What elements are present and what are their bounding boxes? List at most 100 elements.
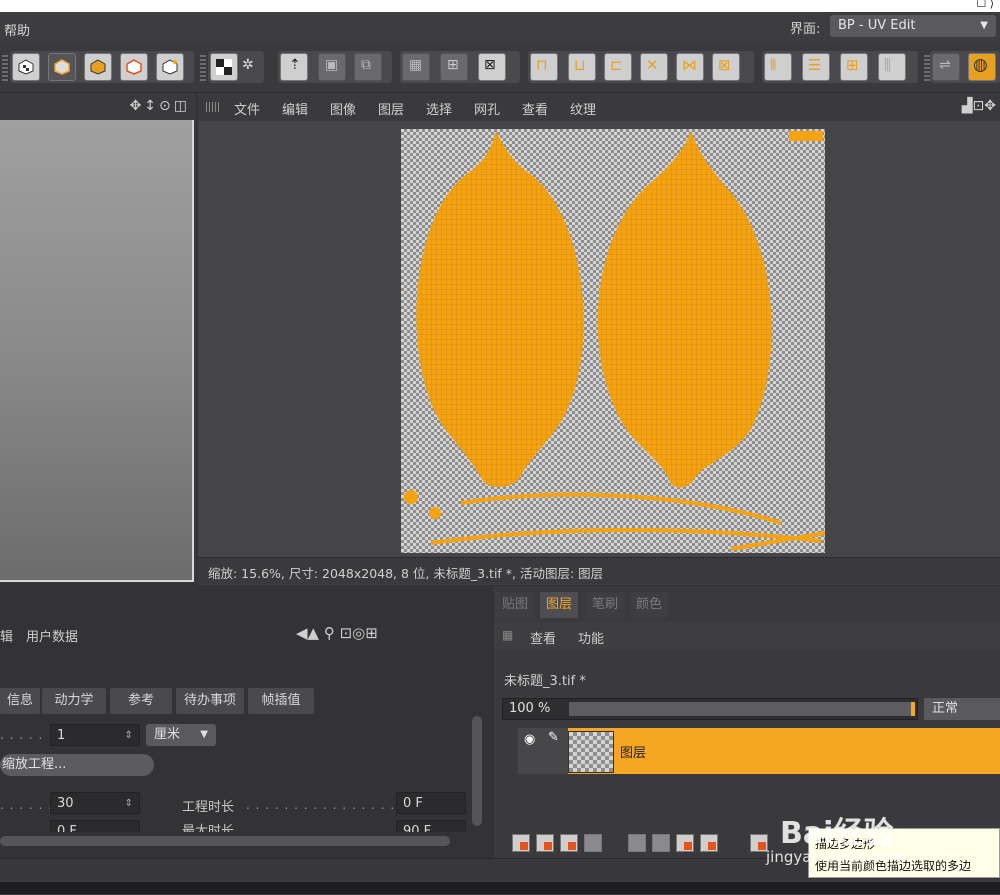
align-bottom-button[interactable]: ⊔	[568, 53, 596, 81]
align-top-button[interactable]: ⊓	[530, 53, 558, 81]
toolbar-grip[interactable]	[2, 53, 8, 81]
leader-dots: . . . . .	[0, 728, 44, 742]
opacity-slider[interactable]: 100 %	[502, 698, 918, 720]
checker-texture-button[interactable]	[210, 53, 238, 81]
texture-status-bar: 缩放: 15.6%, 尺寸: 2048x2048, 8 位, 未标题_3.tif…	[198, 557, 1000, 584]
viewport-nav-icons[interactable]: ✥↕⊙◫	[130, 98, 190, 114]
tex-menu-mesh[interactable]: 网孔	[474, 99, 500, 118]
opacity-bar[interactable]	[569, 702, 915, 716]
partial-row: 0 F 最大时长 90 F	[0, 820, 466, 832]
object-mode-button[interactable]	[156, 53, 184, 81]
uv-frame-button[interactable]: ▣	[318, 53, 346, 81]
align-vertical-button[interactable]: ⊏	[604, 53, 632, 81]
unit-select[interactable]: 厘米 ▼	[146, 724, 216, 746]
tex-menu-image[interactable]: 图像	[330, 99, 356, 118]
project-time-value: 0 F	[403, 796, 423, 811]
center-v-button[interactable]: ⫼	[878, 53, 906, 81]
checker-icon	[216, 59, 232, 75]
distribute-v-button[interactable]: ☰	[802, 53, 830, 81]
tex-menu-select[interactable]: 选择	[426, 99, 452, 118]
toolbar-grip[interactable]	[200, 53, 206, 81]
center-h-button[interactable]: ⊞	[840, 53, 868, 81]
grid-button[interactable]: ⊞	[440, 53, 468, 81]
eye-icon[interactable]: ◉	[524, 732, 535, 747]
sphere-projection-button[interactable]: ◍	[968, 53, 996, 81]
polygons-mode-button[interactable]	[120, 53, 148, 81]
tex-menu-edit[interactable]: 编辑	[282, 99, 308, 118]
stepper-icon[interactable]: ⇕	[125, 725, 133, 747]
merge-down-button[interactable]	[628, 834, 646, 852]
3d-viewport[interactable]	[0, 120, 194, 582]
attr-nav-icons[interactable]: ◀▲ ⚲ ⊡◎⊞	[296, 624, 378, 642]
max-time-field[interactable]: 90 F	[396, 820, 466, 832]
edges-mode-button[interactable]	[84, 53, 112, 81]
uv-link-button[interactable]: ⧉	[354, 53, 382, 81]
copy-layer-button[interactable]	[560, 834, 578, 852]
points-mode-button[interactable]	[48, 53, 76, 81]
shrink-button[interactable]: ⋈	[676, 53, 704, 81]
distribute-h-button[interactable]: ⫴	[764, 53, 792, 81]
tex-menu-file[interactable]: 文件	[234, 99, 260, 118]
menu-help[interactable]: 帮助	[4, 20, 30, 39]
link-icon: ⧉	[361, 57, 371, 73]
attr-menu-edit-partial[interactable]: 辑	[0, 626, 13, 645]
uv-texture-canvas[interactable]	[401, 129, 826, 553]
tab-dynamics[interactable]: 动力学	[42, 688, 106, 714]
tab-interpolation[interactable]: 帧插值	[248, 688, 314, 714]
tab-brush[interactable]: 笔刷	[586, 592, 625, 618]
expand-icon: ⊠	[718, 56, 731, 74]
attr-menu-user-data[interactable]: 用户数据	[26, 626, 78, 645]
clear-layer-button[interactable]	[700, 834, 718, 852]
blend-mode-select[interactable]: 正常	[924, 698, 1000, 720]
chevron-down-icon: ▼	[980, 20, 988, 31]
tex-menu-texture[interactable]: 纹理	[570, 99, 596, 118]
layer-controls: ◉ ✎	[518, 728, 568, 774]
gear-icon[interactable]: ✲	[242, 57, 254, 73]
new-folder-button[interactable]	[536, 834, 554, 852]
opacity-fill	[911, 702, 915, 716]
stroke-icon	[758, 842, 766, 850]
layer-menu-function[interactable]: 功能	[578, 628, 604, 647]
flip-button[interactable]: ✕	[640, 53, 668, 81]
dither-button[interactable]: ▦	[402, 53, 430, 81]
histogram-lock-icons[interactable]: ▟⊡✥	[962, 98, 996, 114]
new-layer-button[interactable]	[512, 834, 530, 852]
scale-value: 1	[57, 728, 66, 743]
fill-layer-button[interactable]	[676, 834, 694, 852]
layer-row[interactable]: 图层	[568, 728, 1000, 774]
uv-pin-button[interactable]: ⇡	[280, 53, 308, 81]
scale-project-button[interactable]: 缩放工程...	[0, 754, 154, 776]
attr-vertical-scrollbar[interactable]	[472, 716, 482, 826]
merge-visible-button[interactable]	[652, 834, 670, 852]
delete-layer-button[interactable]: ⊠	[478, 53, 506, 81]
tex-menu-view[interactable]: 查看	[522, 99, 548, 118]
scale-field[interactable]: 1 ⇕	[50, 724, 140, 746]
mask-layer-button[interactable]	[584, 834, 602, 852]
layer-menu-view[interactable]: 查看	[530, 628, 556, 647]
window-title-strip: ☐ ⟩	[0, 0, 1000, 12]
fps-field[interactable]: 30 ⇕	[50, 792, 140, 814]
attr-horizontal-scrollbar[interactable]	[0, 836, 450, 846]
stepper-icon[interactable]: ⇕	[125, 793, 133, 815]
tab-reference[interactable]: 参考	[110, 688, 172, 714]
relax-button[interactable]: ⇌	[932, 53, 960, 81]
interface-label: 界面:	[790, 22, 821, 37]
interface-select[interactable]: BP - UV Edit ▼	[830, 15, 996, 37]
tab-textures[interactable]: 贴图	[496, 592, 535, 618]
stroke-polygon-button[interactable]	[750, 834, 768, 852]
uv-mode-button[interactable]	[12, 53, 40, 81]
tab-todo[interactable]: 待办事项	[176, 688, 244, 714]
tab-layers[interactable]: 图层	[540, 592, 579, 618]
tex-menu-layer[interactable]: 图层	[378, 99, 404, 118]
menu-grip[interactable]	[206, 102, 220, 112]
project-time-field[interactable]: 0 F	[396, 792, 466, 814]
tab-color[interactable]: 颜色	[630, 592, 669, 618]
pencil-icon[interactable]: ✎	[548, 730, 559, 745]
align-vertical-icon: ⊏	[610, 56, 623, 74]
tab-info[interactable]: 信息	[0, 688, 40, 714]
min-time-field[interactable]: 0 F	[50, 820, 140, 832]
expand-button[interactable]: ⊠	[712, 53, 740, 81]
menu-grip[interactable]: ▦	[502, 628, 513, 642]
window-controls-icon[interactable]: ☐ ⟩	[976, 0, 994, 10]
texture-canvas-area[interactable]	[198, 121, 1000, 557]
